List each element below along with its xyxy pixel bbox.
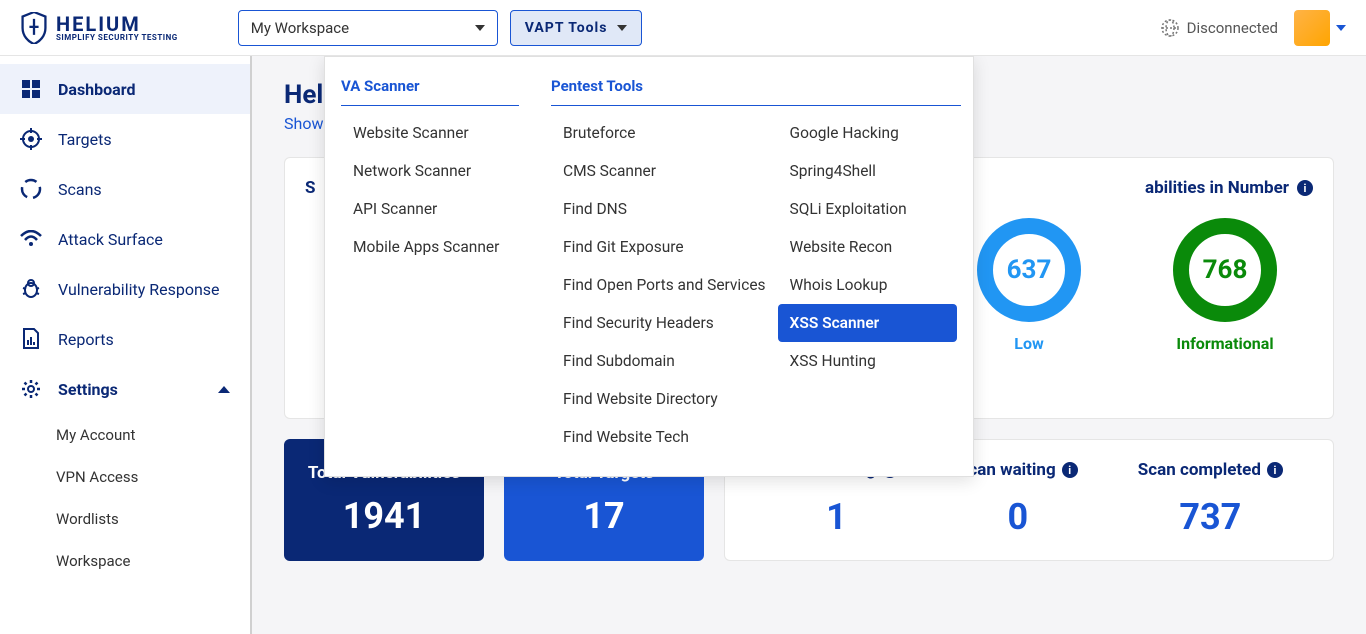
workspace-select[interactable]: My Workspace xyxy=(238,10,498,46)
scan-running-value: 1 xyxy=(775,496,898,538)
caret-down-icon xyxy=(1336,25,1346,31)
nav-settings-my-account[interactable]: My Account xyxy=(0,414,250,456)
scans-icon xyxy=(20,178,42,200)
nav-vuln-response[interactable]: Vulnerability Response xyxy=(0,264,250,314)
stat-value: 1941 xyxy=(304,495,464,537)
dd-item-api-scanner[interactable]: API Scanner xyxy=(341,190,519,228)
nav-label: Reports xyxy=(58,330,114,349)
avatar xyxy=(1294,10,1330,46)
nav-label: Scans xyxy=(58,180,102,199)
globe-icon xyxy=(1161,19,1179,37)
logo-tagline: SIMPLIFY SECURITY TESTING xyxy=(56,34,178,42)
dd-item-network-scanner[interactable]: Network Scanner xyxy=(341,152,519,190)
nav-attack-surface[interactable]: Attack Surface xyxy=(0,214,250,264)
logo: HELIUM SIMPLIFY SECURITY TESTING xyxy=(20,12,178,44)
dd-item-website-recon[interactable]: Website Recon xyxy=(778,228,957,266)
info-icon[interactable]: i xyxy=(1297,180,1313,196)
scan-waiting-value: 0 xyxy=(958,496,1078,538)
donut-low-value: 637 xyxy=(977,218,1081,322)
nav-label: Dashboard xyxy=(58,80,135,99)
card-vuln-title: abilities in Number xyxy=(1145,178,1289,198)
dd-item-find-website-directory[interactable]: Find Website Directory xyxy=(551,380,778,418)
nav-settings[interactable]: Settings xyxy=(0,364,250,414)
donut-low: 637 Low xyxy=(977,218,1081,353)
sidebar: Dashboard Targets Scans Attack Surface V… xyxy=(0,56,252,634)
workspace-value: My Workspace xyxy=(251,19,349,37)
bug-icon xyxy=(20,278,42,300)
nav-scans[interactable]: Scans xyxy=(0,164,250,214)
target-icon xyxy=(20,128,42,150)
dd-item-xss-scanner[interactable]: XSS Scanner xyxy=(778,304,957,342)
user-menu[interactable] xyxy=(1294,10,1346,46)
nav-label: Vulnerability Response xyxy=(58,280,220,299)
dashboard-icon xyxy=(20,78,42,100)
vapt-dropdown: VA Scanner Website Scanner Network Scann… xyxy=(324,56,974,477)
nav-dashboard[interactable]: Dashboard xyxy=(0,64,250,114)
info-icon[interactable]: i xyxy=(1062,462,1078,478)
nav-reports[interactable]: Reports xyxy=(0,314,250,364)
dd-head-pentest-tools: Pentest Tools xyxy=(551,77,961,106)
connection-label: Disconnected xyxy=(1187,19,1278,37)
dd-item-spring4shell[interactable]: Spring4Shell xyxy=(778,152,957,190)
gear-icon xyxy=(20,378,42,400)
dd-item-find-security-headers[interactable]: Find Security Headers xyxy=(551,304,778,342)
dd-item-google-hacking[interactable]: Google Hacking xyxy=(778,114,957,152)
nav-targets[interactable]: Targets xyxy=(0,114,250,164)
caret-down-icon xyxy=(617,25,627,31)
dd-item-cms-scanner[interactable]: CMS Scanner xyxy=(551,152,778,190)
scan-completed-title: Scan completed xyxy=(1138,460,1261,480)
nav-settings-wordlists[interactable]: Wordlists xyxy=(0,498,250,540)
chevron-up-icon xyxy=(218,386,230,393)
nav-label: Attack Surface xyxy=(58,230,163,249)
dd-item-bruteforce[interactable]: Bruteforce xyxy=(551,114,778,152)
stat-value: 17 xyxy=(524,495,684,537)
nav-label: Settings xyxy=(58,380,118,399)
donut-low-label: Low xyxy=(1014,334,1043,353)
reports-icon xyxy=(20,328,42,350)
dd-item-find-dns[interactable]: Find DNS xyxy=(551,190,778,228)
nav-settings-vpn-access[interactable]: VPN Access xyxy=(0,456,250,498)
caret-down-icon xyxy=(475,25,485,31)
connection-status: Disconnected xyxy=(1161,19,1278,37)
nav-label: Targets xyxy=(58,130,112,149)
wifi-icon xyxy=(20,228,42,250)
dd-item-mobile-apps-scanner[interactable]: Mobile Apps Scanner xyxy=(341,228,519,266)
dd-item-find-website-tech[interactable]: Find Website Tech xyxy=(551,418,778,456)
dd-item-find-subdomain[interactable]: Find Subdomain xyxy=(551,342,778,380)
dd-item-find-git-exposure[interactable]: Find Git Exposure xyxy=(551,228,778,266)
logo-name: HELIUM xyxy=(56,14,178,34)
main-content: Helium Showing v S abilities in Number i… xyxy=(252,56,1366,634)
dd-item-find-open-ports[interactable]: Find Open Ports and Services xyxy=(551,266,778,304)
dd-item-website-scanner[interactable]: Website Scanner xyxy=(341,114,519,152)
topbar: HELIUM SIMPLIFY SECURITY TESTING My Work… xyxy=(0,0,1366,56)
dd-head-va-scanner: VA Scanner xyxy=(341,77,519,106)
donut-info-label: Informational xyxy=(1176,334,1273,353)
scan-completed: Scan completed i 737 xyxy=(1138,460,1283,540)
scan-completed-value: 737 xyxy=(1138,496,1283,538)
nav-settings-workspace[interactable]: Workspace xyxy=(0,540,250,582)
scan-waiting: Scan waitingi 0 xyxy=(958,460,1078,540)
donut-informational: 768 Informational xyxy=(1173,218,1277,353)
logo-shield-icon xyxy=(20,12,48,44)
donut-info-value: 768 xyxy=(1173,218,1277,322)
vapt-tools-button[interactable]: VAPT Tools xyxy=(510,10,643,46)
dd-item-sqli-exploitation[interactable]: SQLi Exploitation xyxy=(778,190,957,228)
info-icon[interactable]: i xyxy=(1267,462,1283,478)
dd-item-whois-lookup[interactable]: Whois Lookup xyxy=(778,266,957,304)
vapt-label: VAPT Tools xyxy=(525,20,608,36)
card-left-title: S xyxy=(305,178,315,198)
dd-item-xss-hunting[interactable]: XSS Hunting xyxy=(778,342,957,380)
